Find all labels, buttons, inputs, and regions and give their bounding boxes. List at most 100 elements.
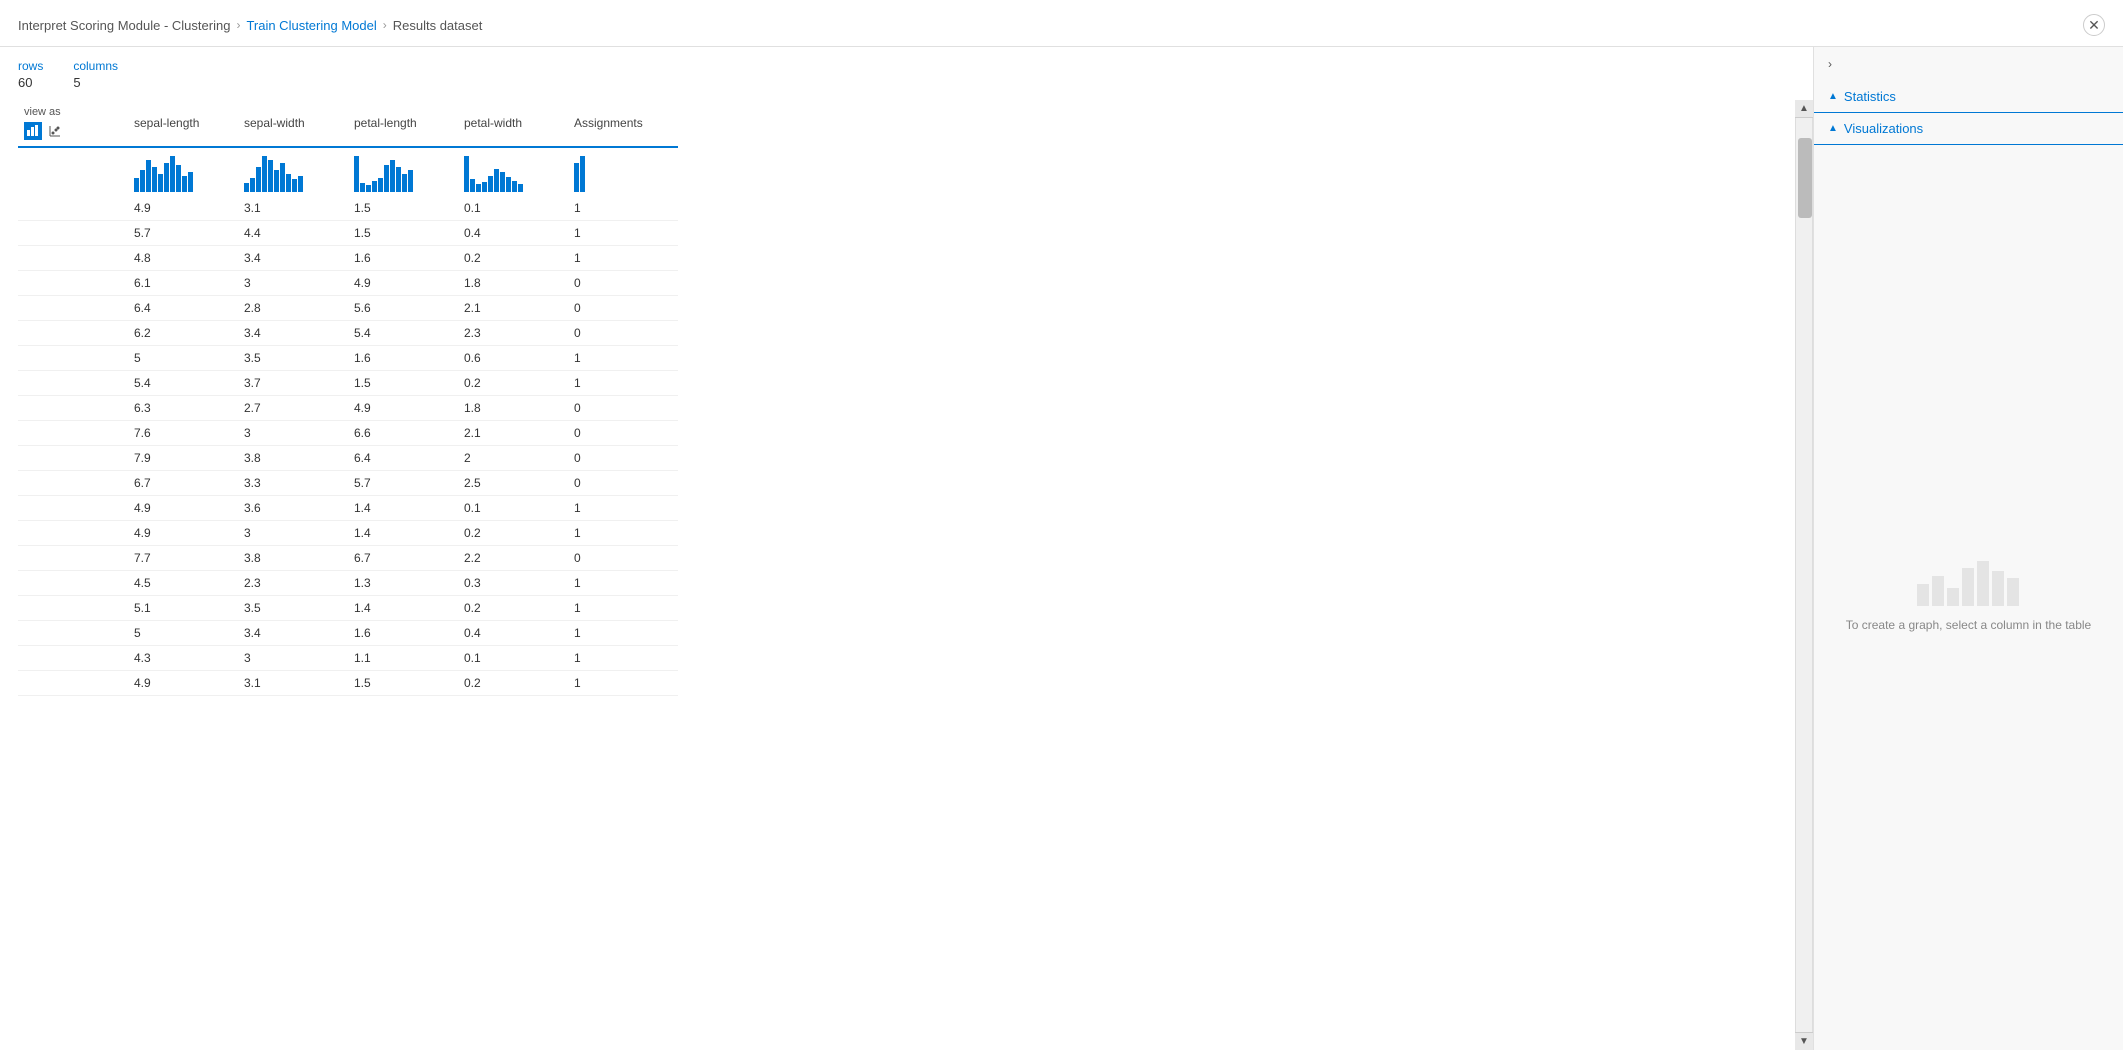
table-cell: 4.9 <box>128 496 238 521</box>
table-cell: 2.1 <box>458 296 568 321</box>
histogram-bar <box>488 176 493 192</box>
breadcrumb-part2[interactable]: Train Clustering Model <box>246 18 376 33</box>
placeholder-bar-1 <box>1917 584 1929 606</box>
table-cell: 1.1 <box>348 646 458 671</box>
table-row[interactable]: 5.74.41.50.41 <box>18 221 678 246</box>
histogram-row-label <box>18 147 128 196</box>
table-row[interactable]: 7.73.86.72.20 <box>18 546 678 571</box>
col-sepal-length[interactable]: sepal-length <box>128 100 238 147</box>
scrollbar[interactable]: ▲ ▼ <box>1795 100 1813 1050</box>
table-row[interactable]: 6.23.45.42.30 <box>18 321 678 346</box>
table-row[interactable]: 6.42.85.62.10 <box>18 296 678 321</box>
visualizations-section: ▲ Visualizations To create a graph, sele… <box>1814 113 2123 1050</box>
table-row[interactable]: 4.931.40.21 <box>18 521 678 546</box>
close-button[interactable]: ✕ <box>2083 14 2105 36</box>
row-number <box>18 671 128 696</box>
table-cell: 1.6 <box>348 246 458 271</box>
table-row[interactable]: 5.43.71.50.21 <box>18 371 678 396</box>
table-scroll-wrapper[interactable]: view as <box>18 100 1795 1050</box>
table-row[interactable]: 7.93.86.420 <box>18 446 678 471</box>
scroll-down-arrow[interactable]: ▼ <box>1795 1032 1813 1050</box>
table-cell: 2.3 <box>458 321 568 346</box>
histogram-bar <box>500 172 505 192</box>
histogram-bar <box>176 165 181 192</box>
table-cell: 1.5 <box>348 221 458 246</box>
table-cell: 0.1 <box>458 496 568 521</box>
columns-label: columns <box>73 59 118 73</box>
scroll-thumb[interactable] <box>1798 138 1812 218</box>
columns-value: 5 <box>73 75 118 90</box>
histogram-bar <box>146 160 151 192</box>
col-assignments[interactable]: Assignments <box>568 100 678 147</box>
statistics-section-header[interactable]: ▲ Statistics <box>1814 81 2123 113</box>
breadcrumb-part1: Interpret Scoring Module - Clustering <box>18 18 230 33</box>
table-cell: 3.6 <box>238 496 348 521</box>
histogram-bar <box>476 184 481 192</box>
table-row[interactable]: 6.32.74.91.80 <box>18 396 678 421</box>
table-row[interactable]: 4.52.31.30.31 <box>18 571 678 596</box>
table-row[interactable]: 4.83.41.60.21 <box>18 246 678 271</box>
histogram-bar <box>378 178 383 192</box>
col-petal-length[interactable]: petal-length <box>348 100 458 147</box>
table-cell: 1 <box>568 496 678 521</box>
table-cell: 4.9 <box>128 521 238 546</box>
col-petal-width[interactable]: petal-width <box>458 100 568 147</box>
statistics-collapse-arrow: ▲ <box>1828 91 1838 102</box>
table-cell: 1 <box>568 596 678 621</box>
vis-placeholder: To create a graph, select a column in th… <box>1846 561 2091 634</box>
table-cell: 3.8 <box>238 446 348 471</box>
scroll-up-arrow[interactable]: ▲ <box>1795 100 1813 118</box>
histogram-bar <box>366 185 371 192</box>
row-number <box>18 296 128 321</box>
table-cell: 2.2 <box>458 546 568 571</box>
table-cell: 6.7 <box>128 471 238 496</box>
histogram-bar <box>402 174 407 192</box>
table-header-row: view as <box>18 100 678 147</box>
histogram-bar <box>170 156 175 192</box>
table-cell: 0.1 <box>458 196 568 221</box>
table-cell: 2.5 <box>458 471 568 496</box>
table-cell: 1.4 <box>348 521 458 546</box>
table-row[interactable]: 5.13.51.40.21 <box>18 596 678 621</box>
histogram-petal-length <box>348 147 458 196</box>
table-cell: 3.5 <box>238 596 348 621</box>
breadcrumb-separator-1: › <box>236 18 240 32</box>
table-row[interactable]: 4.331.10.11 <box>18 646 678 671</box>
histogram-row <box>18 147 678 196</box>
histogram-bar <box>298 176 303 192</box>
table-row[interactable]: 4.93.11.50.21 <box>18 671 678 696</box>
table-cell: 7.6 <box>128 421 238 446</box>
table-row[interactable]: 4.93.11.50.11 <box>18 196 678 221</box>
table-row[interactable]: 7.636.62.10 <box>18 421 678 446</box>
histogram-bar <box>464 156 469 192</box>
table-row[interactable]: 4.93.61.40.11 <box>18 496 678 521</box>
histogram-sepal-length <box>128 147 238 196</box>
visualizations-section-header[interactable]: ▲ Visualizations <box>1814 113 2123 145</box>
table-cell: 0 <box>568 471 678 496</box>
table-row[interactable]: 6.134.91.80 <box>18 271 678 296</box>
scatter-view-icon[interactable] <box>46 122 64 140</box>
table-row[interactable]: 53.41.60.41 <box>18 621 678 646</box>
table-row[interactable]: 53.51.60.61 <box>18 346 678 371</box>
expand-icon[interactable]: › <box>1828 57 1832 71</box>
row-number <box>18 396 128 421</box>
placeholder-bar-3 <box>1947 588 1959 606</box>
histogram-bar <box>262 156 267 192</box>
placeholder-bar-7 <box>2007 578 2019 606</box>
table-cell: 2.7 <box>238 396 348 421</box>
table-row[interactable]: 6.73.35.72.50 <box>18 471 678 496</box>
table-cell: 1.4 <box>348 496 458 521</box>
table-cell: 4.3 <box>128 646 238 671</box>
histogram-bar <box>574 163 579 192</box>
histogram-assignments <box>568 147 678 196</box>
table-cell: 0.4 <box>458 621 568 646</box>
row-number <box>18 646 128 671</box>
bar-view-icon[interactable] <box>24 122 42 140</box>
row-number <box>18 371 128 396</box>
table-cell: 1 <box>568 521 678 546</box>
scroll-track <box>1796 118 1812 1032</box>
col-sepal-width[interactable]: sepal-width <box>238 100 348 147</box>
meta-row: rows 60 columns 5 <box>18 59 1813 90</box>
table-cell: 7.7 <box>128 546 238 571</box>
placeholder-bar-5 <box>1977 561 1989 606</box>
